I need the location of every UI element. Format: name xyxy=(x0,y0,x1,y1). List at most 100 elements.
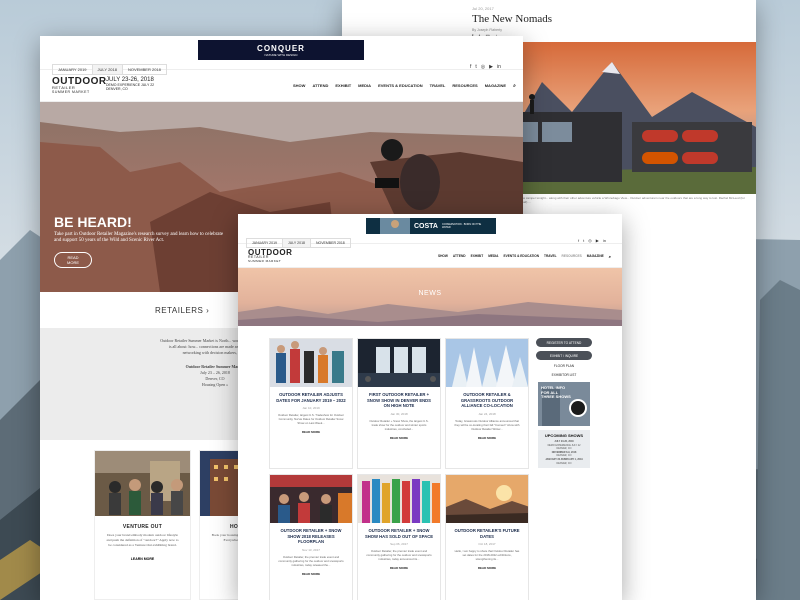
hotel-promo[interactable]: HOTEL INFO FOR ALL THREE SHOWS xyxy=(538,382,590,426)
exhibitor-list-link[interactable]: EXHIBITOR LIST xyxy=(536,373,592,377)
read-more-link[interactable]: READ MORE xyxy=(270,572,352,576)
article-date: Jul 20, 2017 xyxy=(472,6,494,11)
nav-travel[interactable]: TRAVEL xyxy=(544,254,557,259)
read-more-link[interactable]: READ MORE xyxy=(358,566,440,570)
news-card[interactable]: OUTDOOR RETAILER + SNOW SHOW 2018 RELEAS… xyxy=(269,474,353,600)
top-bar: COSTA CONSERVATION · BORN ON THE WATER J… xyxy=(238,214,622,248)
event-info: JULY 23-26, 2018 DEMO EXPERIENCE JULY 22… xyxy=(106,77,154,91)
news-card-image xyxy=(446,339,528,387)
news-card[interactable]: FIRST OUTDOOR RETAILER + SNOW SHOW IN DE… xyxy=(357,338,441,469)
nav-magazine[interactable]: MAGAZINE xyxy=(587,254,604,259)
top-bar: CONQUER NATURE WITH DESIGN JANUARY 2019 … xyxy=(40,36,523,75)
main-nav: SHOW ATTEND EXHIBIT MEDIA EVENTS & EDUCA… xyxy=(293,83,516,89)
retailers-link[interactable]: RETAILERS › xyxy=(155,306,209,315)
youtube-icon[interactable]: ▶ xyxy=(596,238,599,243)
search-icon[interactable]: ⌕ xyxy=(513,83,516,89)
outdoor-retailer-logo[interactable]: OUTDOOR RETAILER SUMMER MARKET xyxy=(248,248,292,263)
news-card[interactable]: OUTDOOR RETAILER'S FUTURE DATES Oct 18, … xyxy=(445,474,529,600)
news-card-image xyxy=(358,339,440,387)
news-card-title: OUTDOOR RETAILER ADJUSTS DATES FOR JANUA… xyxy=(276,392,346,403)
card-text: Does your brand embody modern outdoor li… xyxy=(106,533,179,547)
news-card[interactable]: OUTDOOR RETAILER & GRASSROOTS OUTDOOR AL… xyxy=(445,338,529,469)
news-card-excerpt: Hello, I am happy to share that Outdoor … xyxy=(454,549,520,561)
event-city: DENVER, CO xyxy=(106,87,128,91)
learn-more-link[interactable]: LEARN MORE xyxy=(95,557,190,561)
news-banner: NEWS xyxy=(238,268,622,326)
nav-media[interactable]: MEDIA xyxy=(358,83,371,89)
news-card-excerpt: Outdoor Retailer, largest U.S. Tradeshow… xyxy=(278,413,344,425)
news-banner-image xyxy=(238,268,622,326)
news-card-excerpt: Outdoor Retailer + Snow Show, the larges… xyxy=(369,418,429,431)
nav-show[interactable]: SHOW xyxy=(438,254,448,259)
news-card-title: FIRST OUTDOOR RETAILER + SNOW SHOW IN DE… xyxy=(367,392,431,408)
hero-text: BE HEARD! Take part in Outdoor Retailer … xyxy=(54,214,224,269)
news-card-title: OUTDOOR RETAILER & GRASSROOTS OUTDOOR AL… xyxy=(460,392,514,408)
ad-headline: CONQUER xyxy=(257,43,305,53)
nav-media[interactable]: MEDIA xyxy=(488,254,498,259)
facebook-icon[interactable]: f xyxy=(578,238,579,243)
read-more-link[interactable]: READ MORE xyxy=(446,436,528,440)
news-window: COSTA CONSERVATION · BORN ON THE WATER J… xyxy=(238,214,622,600)
news-card-title: OUTDOOR RETAILER'S FUTURE DATES xyxy=(454,528,520,539)
news-card-excerpt: Today, Grassroots Outdoor Alliance annou… xyxy=(454,418,520,431)
nav-resources[interactable]: RESOURCES xyxy=(562,254,582,259)
upcoming-line: DENVER, CO xyxy=(556,461,572,465)
nav-show[interactable]: SHOW xyxy=(293,83,305,89)
nav-events[interactable]: EVENTS & EDUCATION xyxy=(378,83,423,89)
outdoor-retailer-logo[interactable]: OUTDOOR RETAILER SUMMER MARKET xyxy=(52,76,107,94)
news-card-image xyxy=(270,475,352,523)
nav-exhibit[interactable]: EXHIBIT xyxy=(335,83,351,89)
news-card-image xyxy=(358,475,440,523)
news-page-title: NEWS xyxy=(418,290,442,297)
nav-resources[interactable]: RESOURCES xyxy=(452,83,477,89)
nav-events[interactable]: EVENTS & EDUCATION xyxy=(503,254,539,259)
article-byline: By Joseph Flaherty xyxy=(472,28,502,32)
instagram-icon[interactable]: ◎ xyxy=(588,238,592,243)
brand-nav-bar: OUTDOOR RETAILER SUMMER MARKET SHOW ATTE… xyxy=(238,244,622,268)
news-card-excerpt: Outdoor Retailer, the premier trade even… xyxy=(278,554,344,567)
main-nav: SHOW ATTEND EXHIBIT MEDIA EVENTS & EDUCA… xyxy=(438,254,611,259)
nav-exhibit[interactable]: EXHIBIT xyxy=(471,254,484,259)
brand-nav-bar: OUTDOOR RETAILER SUMMER MARKET JULY 23-2… xyxy=(40,70,523,102)
news-card-image xyxy=(446,475,528,523)
upcoming-title: UPCOMING SHOWS xyxy=(544,433,584,438)
social-links: f t ◎ ▶ in xyxy=(578,238,606,243)
news-card-excerpt: Outdoor Retailer, the premier trade even… xyxy=(366,549,432,561)
article-title: The New Nomads xyxy=(472,13,553,25)
read-more-link[interactable]: READ MORE xyxy=(358,436,440,440)
hero-title: BE HEARD! xyxy=(54,214,132,230)
hotel-promo-text: HOTEL INFO FOR ALL THREE SHOWS xyxy=(541,385,571,399)
read-more-link[interactable]: READ MORE xyxy=(446,566,528,570)
ad-subline: CONSERVATION · BORN ON THE WATER xyxy=(441,223,482,229)
ad-subline: NATURE WITH DESIGN xyxy=(264,52,298,57)
nav-magazine[interactable]: MAGAZINE xyxy=(485,83,506,89)
article-photo xyxy=(502,42,756,194)
read-more-link[interactable]: READ MORE xyxy=(270,430,352,434)
nav-attend[interactable]: ATTEND xyxy=(312,83,328,89)
twitter-icon[interactable]: t xyxy=(583,238,584,243)
register-to-attend-button[interactable]: REGISTER TO ATTEND xyxy=(536,338,592,347)
news-card-image xyxy=(270,339,352,387)
exhibit-inquire-button[interactable]: EXHIBIT / INQUIRE xyxy=(536,351,592,360)
card-image xyxy=(95,451,190,516)
news-card[interactable]: OUTDOOR RETAILER + SNOW SHOW HAS SOLD OU… xyxy=(357,474,441,600)
search-icon[interactable]: ⌕ xyxy=(609,254,611,259)
card-venture-out[interactable]: VENTURE OUT Does your brand embody moder… xyxy=(94,450,191,600)
news-card-title: OUTDOOR RETAILER + SNOW SHOW HAS SOLD OU… xyxy=(364,528,434,539)
banner-ad[interactable]: CONQUER NATURE WITH DESIGN xyxy=(198,40,364,60)
hero-read-more-button[interactable]: READ MORE xyxy=(54,252,92,268)
floor-plan-link[interactable]: FLOOR PLAN xyxy=(536,364,592,368)
news-card-title: OUTDOOR RETAILER + SNOW SHOW 2018 RELEAS… xyxy=(280,528,342,544)
article-caption: Buying a new camper tonight... along wit… xyxy=(507,196,745,204)
news-grid: OUTDOOR RETAILER ADJUSTS DATES FOR JANUA… xyxy=(269,338,529,600)
ad-headline: COSTA xyxy=(414,222,438,230)
news-card[interactable]: OUTDOOR RETAILER ADJUSTS DATES FOR JANUA… xyxy=(269,338,353,469)
ad-photo xyxy=(380,218,410,234)
hero-description: Take part in Outdoor Retailer Magazine's… xyxy=(54,232,224,243)
nav-attend[interactable]: ATTEND xyxy=(453,254,466,259)
news-sidebar: REGISTER TO ATTEND EXHIBIT / INQUIRE FLO… xyxy=(536,338,592,469)
linkedin-icon[interactable]: in xyxy=(603,238,606,243)
upcoming-shows: UPCOMING SHOWS JULY 23-26, 2018 DEMO EXP… xyxy=(538,430,590,469)
nav-travel[interactable]: TRAVEL xyxy=(430,83,446,89)
banner-ad[interactable]: COSTA CONSERVATION · BORN ON THE WATER xyxy=(366,218,496,234)
